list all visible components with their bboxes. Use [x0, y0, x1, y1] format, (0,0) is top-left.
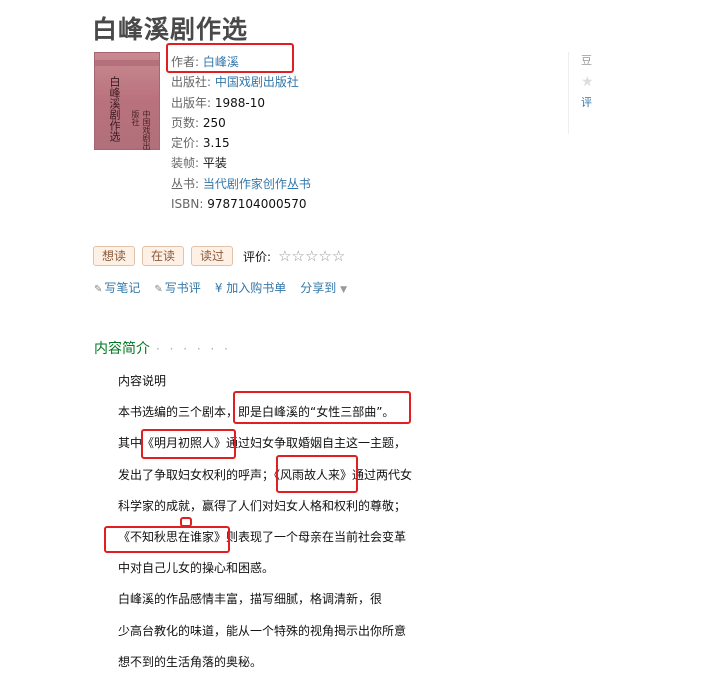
info-pages-row: 页数: 250: [171, 113, 311, 133]
caret-down-icon: ▼: [340, 285, 348, 295]
add-to-booklist-link[interactable]: ¥ 加入购书单: [215, 279, 286, 296]
book-title: 白峰溪剧作选: [92, 15, 249, 44]
highlight-play-1: [141, 429, 236, 459]
isbn-value: 9787104000570: [207, 197, 307, 212]
price-value: 3.15: [202, 136, 230, 151]
heading-dots: · · · · · ·: [156, 342, 231, 356]
have-read-button[interactable]: 读过: [191, 246, 234, 266]
info-pubyear-row: 出版年: 1988-10: [171, 93, 311, 113]
info-label: 丛书:: [171, 176, 200, 191]
info-label: 页数:: [171, 115, 200, 130]
highlight-play-2: [276, 455, 358, 493]
reading-status-bar: 想读 在读 读过 评价: ☆☆☆☆☆: [93, 246, 345, 266]
content-intro-title: 内容简介: [94, 341, 150, 357]
cover-subtitle: 中国戏剧出版社: [131, 110, 151, 150]
rating-stars[interactable]: ☆☆☆☆☆: [278, 247, 345, 265]
book-cover-image[interactable]: 白峰溪剧作选 中国戏剧出版社: [94, 52, 160, 150]
binding-value: 平装: [202, 156, 227, 171]
info-binding-row: 装帧: 平装: [171, 153, 311, 173]
info-label: 装帧:: [171, 156, 200, 171]
intro-line: 发出了争取妇女权利的呼声；《风雨故人来》通过两代女: [118, 467, 413, 482]
highlight-mark-small: [180, 517, 192, 527]
intro-line: 少高台教化的味道，能从一个特殊的视角揭示出你所意: [118, 623, 407, 638]
info-series-row: 丛书: 当代剧作家创作丛书: [171, 174, 311, 194]
series-link[interactable]: 当代剧作家创作丛书: [203, 177, 311, 191]
publisher-link[interactable]: 中国戏剧出版社: [215, 75, 299, 89]
sidebar-link[interactable]: 评: [581, 94, 592, 110]
rating-sidebar: 豆 ★ 评: [568, 52, 609, 134]
write-note-label: 写笔记: [104, 281, 141, 295]
star-icon: ★: [581, 74, 594, 90]
content-intro-heading: 内容简介 · · · · · ·: [94, 338, 231, 358]
highlight-trilogy: [233, 391, 411, 424]
info-price-row: 定价: 3.15: [171, 133, 311, 153]
info-label: ISBN:: [171, 197, 204, 212]
book-info: 作者: 白峰溪 出版社: 中国戏剧出版社 出版年: 1988-10 页数: 25…: [171, 52, 311, 214]
cover-title: 白峰溪剧作选: [108, 76, 121, 142]
want-to-read-button[interactable]: 想读: [93, 246, 136, 266]
pencil-icon: ✎: [154, 284, 163, 295]
write-note-link[interactable]: ✎ 写笔记: [94, 279, 140, 296]
write-review-label: 写书评: [164, 281, 201, 295]
share-dropdown[interactable]: 分享到 ▼: [300, 279, 347, 296]
info-label: 出版年:: [171, 95, 212, 110]
intro-line: 想不到的生活角落的奥秘。: [118, 654, 263, 669]
reading-button[interactable]: 在读: [142, 246, 185, 266]
highlight-author: [166, 43, 294, 73]
pubyear-value: 1988-10: [214, 95, 266, 110]
share-label: 分享到: [300, 281, 337, 295]
action-links: ✎ 写笔记 ✎ 写书评 ¥ 加入购书单 分享到 ▼: [94, 279, 347, 296]
highlight-play-3: [104, 526, 230, 553]
pencil-icon: ✎: [94, 284, 103, 295]
info-publisher-row: 出版社: 中国戏剧出版社: [171, 72, 311, 92]
intro-line: 科学家的成就，赢得了人们对妇女人格和权利的尊敬；: [118, 498, 407, 513]
info-isbn-row: ISBN: 9787104000570: [171, 194, 311, 214]
intro-line: 白峰溪的作品感情丰富，描写细腻，格调清新，很: [118, 592, 383, 607]
sidebar-label-top: 豆: [581, 54, 592, 67]
info-label: 出版社:: [171, 75, 212, 90]
rating-label: 评价:: [243, 249, 272, 264]
write-review-link[interactable]: ✎ 写书评: [154, 279, 200, 296]
info-label: 定价:: [171, 136, 200, 151]
intro-line: 中对自己儿女的操心和困惑。: [118, 561, 275, 576]
cover-band: [94, 60, 160, 66]
pages-value: 250: [202, 115, 226, 130]
